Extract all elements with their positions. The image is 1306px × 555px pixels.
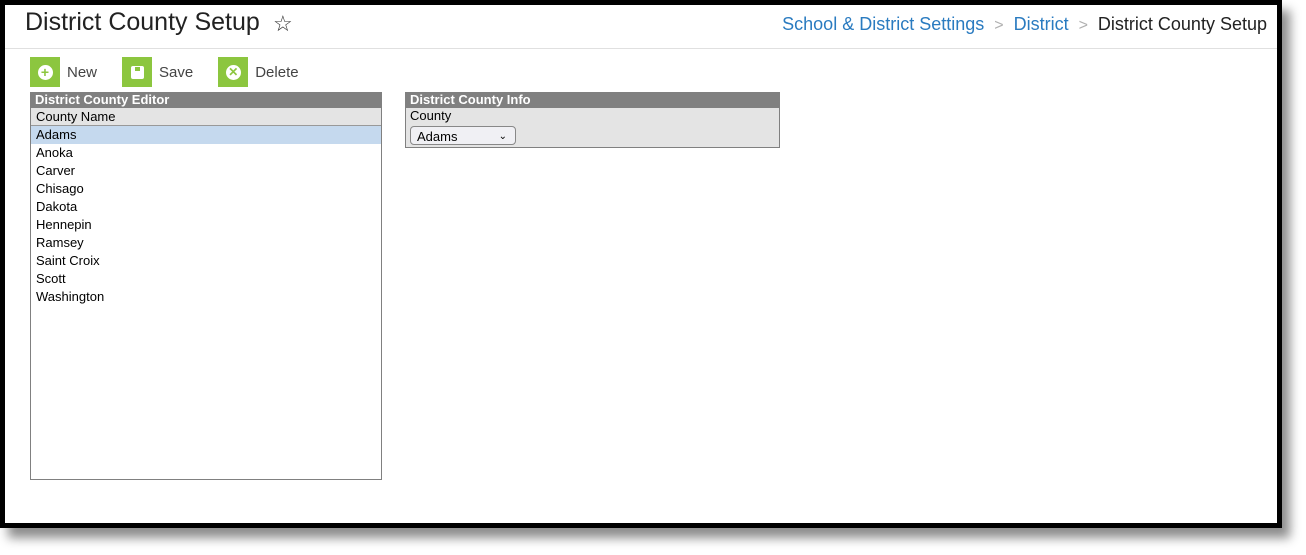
app-window: District County Setup ☆ School & Distric…: [0, 0, 1282, 528]
table-row[interactable]: Scott: [31, 270, 381, 288]
column-header-county-name[interactable]: County Name: [31, 108, 381, 126]
breadcrumb-district[interactable]: District: [1014, 14, 1069, 34]
save-button[interactable]: Save: [122, 57, 193, 87]
new-button[interactable]: + New: [30, 57, 97, 87]
delete-icon: ✕: [218, 57, 249, 87]
table-row[interactable]: Ramsey: [31, 234, 381, 252]
table-row[interactable]: Hennepin: [31, 216, 381, 234]
add-icon: +: [30, 57, 60, 87]
favorite-star-icon[interactable]: ☆: [273, 11, 293, 37]
district-county-editor: District County Editor County Name Adams…: [30, 92, 382, 480]
save-button-label: Save: [159, 63, 194, 81]
table-row[interactable]: Dakota: [31, 198, 381, 216]
editor-title: District County Editor: [31, 92, 381, 108]
table-row[interactable]: Saint Croix: [31, 252, 381, 270]
page-title: District County Setup: [25, 8, 260, 36]
chevron-down-icon: ⌄: [498, 131, 507, 142]
info-title: District County Info: [406, 92, 779, 108]
table-row[interactable]: Anoka: [31, 144, 381, 162]
delete-button-label: Delete: [255, 63, 299, 81]
county-select-value: Adams: [417, 129, 458, 144]
delete-button[interactable]: ✕ Delete: [218, 57, 299, 87]
county-list: Adams Anoka Carver Chisago Dakota Hennepin Ram…: [31, 126, 381, 306]
breadcrumb-school-district-settings[interactable]: School & District Settings: [782, 14, 984, 34]
district-county-info: District County Info County Adams ⌄: [405, 92, 780, 148]
page-header: District County Setup ☆ School & Distric…: [5, 5, 1277, 49]
chevron-right-icon: >: [994, 17, 1004, 34]
table-row[interactable]: Carver: [31, 162, 381, 180]
table-row[interactable]: Adams: [31, 126, 381, 144]
toolbar: + New Save ✕ Delete: [30, 57, 324, 87]
breadcrumb-current: District County Setup: [1097, 14, 1267, 34]
table-row[interactable]: Chisago: [31, 180, 381, 198]
county-select[interactable]: Adams ⌄: [410, 126, 516, 145]
county-label: County: [410, 108, 452, 123]
chevron-right-icon: >: [1078, 17, 1088, 34]
breadcrumb: School & District Settings > District > Dist…: [782, 14, 1267, 35]
new-button-label: New: [67, 63, 98, 81]
table-row[interactable]: Washington: [31, 288, 381, 306]
save-icon: [122, 57, 153, 87]
